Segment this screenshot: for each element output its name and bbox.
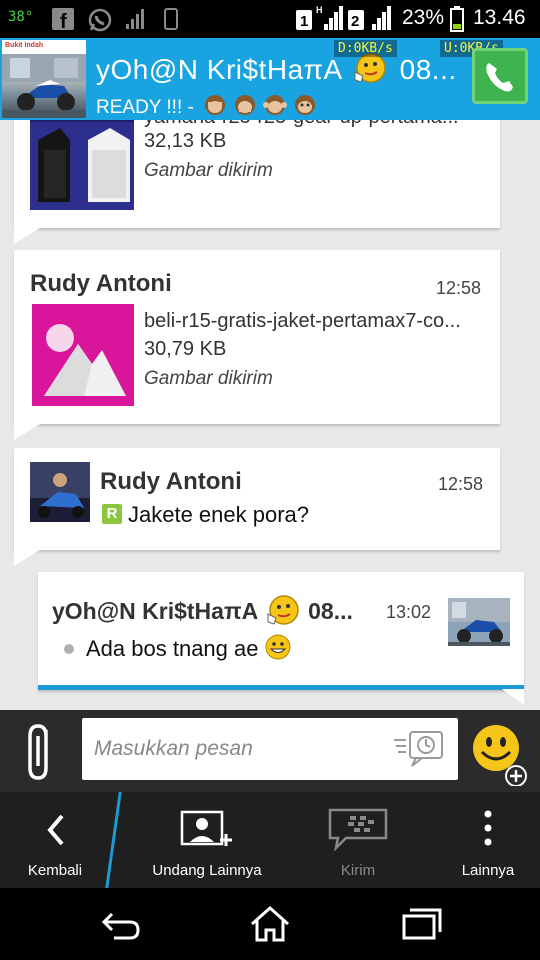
motorbike-photo <box>2 54 86 118</box>
sim2-label: 2 <box>351 13 359 30</box>
system-nav-bar <box>0 888 540 960</box>
message-input[interactable] <box>94 732 384 766</box>
sim1-label: 1 <box>300 13 308 30</box>
back-arrow-icon <box>101 912 140 940</box>
emoji-picker-button[interactable] <box>470 720 530 787</box>
svg-text:f: f <box>60 11 67 30</box>
file-size: 32,13 KB <box>144 130 227 152</box>
battery-icon <box>450 6 464 37</box>
emoji-thinking-icon <box>266 594 300 632</box>
more-button[interactable]: Lainnya <box>440 792 536 888</box>
invite-more-button[interactable]: Undang Lainnya <box>140 792 274 888</box>
back-button[interactable]: Kembali <box>0 792 110 888</box>
file-status: Gambar dikirim <box>144 368 273 389</box>
sender-avatar[interactable] <box>30 462 90 522</box>
phone-icon <box>486 63 513 92</box>
chat-header[interactable]: Bukit Indah yOh@N Kri$tHaπA 08... READY … <box>0 38 540 120</box>
status-bar: 38° f 1 H 2 23% 13.46 <box>0 0 540 38</box>
sim1-signal-icon: H <box>316 4 344 37</box>
phone-outline-icon <box>164 8 178 35</box>
contact-name-text: yOh@N Kri$tHaπA <box>96 53 342 85</box>
contact-name-suffix: 08... <box>399 53 457 85</box>
temperature-indicator: 38° <box>8 9 34 25</box>
composer-bar <box>0 710 540 792</box>
message-time: 12:58 <box>438 474 484 494</box>
emoji-thinking-icon <box>353 52 387 91</box>
battery-percent: 23% <box>402 6 445 29</box>
message-file-2[interactable]: Rudy Antoni 12:58 beli-r15-gratis-jaket-… <box>14 250 500 440</box>
chevron-left-icon <box>47 814 64 846</box>
send-button[interactable]: Kirim <box>306 792 410 888</box>
file-thumbnail-jacket[interactable] <box>30 120 134 210</box>
back-label: Kembali <box>27 862 83 879</box>
nav-back-button[interactable] <box>90 902 150 946</box>
sender-name-text: yOh@N Kri$tHaπA <box>52 598 258 625</box>
jacket-image <box>30 120 134 210</box>
message-time: 13:02 <box>386 602 432 622</box>
bbm-send-icon <box>328 808 388 852</box>
download-speed: D:0KB/s <box>334 40 397 57</box>
file-status: Gambar dikirim <box>144 160 273 181</box>
add-contact-icon <box>180 810 232 846</box>
facebook-icon: f <box>52 8 74 35</box>
message-file-1[interactable]: yamaha-r25-r25-gear-up-pertama... 32,13 … <box>14 120 500 244</box>
network-type: H <box>316 5 323 15</box>
paperclip-icon <box>28 724 48 780</box>
smiley-add-icon <box>473 725 527 787</box>
message-text-content: Ada bos tnang ae <box>86 635 259 661</box>
monkey-emojis <box>203 94 319 122</box>
contact-name[interactable]: yOh@N Kri$tHaπA 08... <box>96 52 457 91</box>
action-bar: Kembali Undang Lainnya Kirim Lainnya <box>0 792 540 888</box>
invite-label: Undang Lainnya <box>152 862 262 879</box>
message-text-3[interactable]: Rudy Antoni 12:58 R Jakete enek pora? <box>14 448 500 566</box>
voice-note-icon[interactable] <box>392 728 446 770</box>
nav-recents-button[interactable] <box>390 902 450 946</box>
sender-name: Rudy Antoni <box>100 468 242 495</box>
chat-message-list[interactable]: yamaha-r25-r25-gear-up-pertama... 32,13 … <box>0 120 540 710</box>
file-size: 30,79 KB <box>144 338 227 360</box>
message-time: 12:58 <box>436 278 482 298</box>
home-icon <box>251 905 289 942</box>
message-text: Ada bos tnang ae <box>86 634 291 666</box>
whatsapp-icon <box>88 8 112 37</box>
image-placeholder-icon[interactable] <box>32 304 134 406</box>
call-button[interactable] <box>472 48 528 104</box>
clock: 13.46 <box>473 6 526 29</box>
contact-status: READY !!! - <box>96 94 319 122</box>
read-status-r-badge: R <box>102 504 122 524</box>
grin-emoji-icon <box>265 634 291 666</box>
contact-avatar[interactable]: Bukit Indah <box>2 40 86 118</box>
attach-button[interactable] <box>20 718 64 784</box>
message-text: Jakete enek pora? <box>128 502 310 527</box>
sim1-badge: 1 <box>296 10 312 35</box>
sim2-badge: 2 <box>348 10 364 35</box>
message-text-4-outgoing[interactable]: yOh@N Kri$tHaπA 08... 13:02 Ada bos tnan… <box>38 572 524 705</box>
signal-gray-icon <box>126 8 146 35</box>
sender-avatar[interactable] <box>448 586 510 646</box>
more-label: Lainnya <box>461 862 515 879</box>
file-name: beli-r15-gratis-jaket-pertamax7-co... <box>144 310 461 332</box>
nav-home-button[interactable] <box>240 902 300 946</box>
sender-name-suffix: 08... <box>308 598 353 625</box>
sender-name: yOh@N Kri$tHaπA 08... <box>52 594 353 632</box>
send-label: Kirim <box>340 862 376 879</box>
overflow-menu-icon <box>484 810 492 846</box>
file-name: yamaha-r25-r25-gear-up-pertama... <box>144 120 474 129</box>
sender-name: Rudy Antoni <box>30 270 172 297</box>
message-input-wrapper[interactable] <box>82 718 458 780</box>
recents-icon <box>402 908 442 940</box>
pending-dot-icon <box>64 644 74 654</box>
contact-status-text: READY !!! - <box>96 97 194 119</box>
sim2-signal-icon <box>372 6 396 37</box>
